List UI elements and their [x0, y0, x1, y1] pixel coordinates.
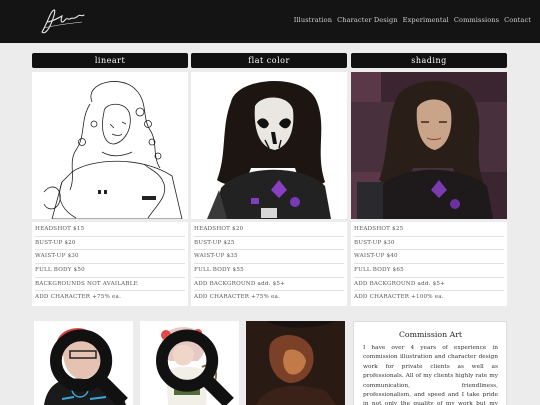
price-bust-up: BUST-UP $30	[354, 237, 504, 251]
price-bust-up: BUST-UP $25	[194, 237, 344, 251]
price-list: HEADSHOT $20 BUST-UP $25 WAIST-UP $35 FU…	[191, 222, 347, 307]
price-background: ADD BACKGROUND add. $5+	[354, 278, 504, 292]
price-list: HEADSHOT $25 BUST-UP $30 WAIST-UP $40 FU…	[351, 222, 507, 307]
main-nav: Illustration Character Design Experiment…	[294, 16, 531, 24]
flat-color-sample-image[interactable]	[191, 72, 347, 219]
gallery-thumb-1[interactable]	[34, 321, 133, 405]
pricing-column-flat-color: flat color HEADSHOT $20 BUST-UP $25 WAIS…	[191, 53, 347, 307]
about-title: Commission Art	[398, 330, 463, 339]
price-headshot: HEADSHOT $20	[194, 223, 344, 237]
signature-logo[interactable]	[34, 4, 88, 38]
price-full-body: FULL BODY $50	[35, 264, 185, 278]
gallery-thumb-2[interactable]	[140, 321, 239, 405]
price-list: HEADSHOT $15 BUST-UP $20 WAIST-UP $30 FU…	[32, 222, 188, 307]
column-title: shading	[351, 53, 507, 68]
gallery-thumb-3[interactable]	[246, 321, 345, 405]
top-nav-bar: Illustration Character Design Experiment…	[0, 0, 540, 43]
price-add-character: ADD CHARACTER +75% ea.	[194, 294, 281, 301]
price-headshot: HEADSHOT $25	[354, 223, 504, 237]
nav-commissions[interactable]: Commissions	[454, 16, 499, 24]
price-background: BACKGROUNDS NOT AVAILABLE	[35, 278, 185, 292]
price-add-character: ADD CHARACTER +100% ea.	[354, 294, 444, 301]
price-waist-up: WAIST-UP $30	[35, 250, 185, 265]
price-bust-up: BUST-UP $20	[35, 237, 185, 251]
price-waist-up: WAIST-UP $40	[354, 250, 504, 265]
price-full-body: FULL BODY $55	[194, 264, 344, 278]
nav-contact[interactable]: Contact	[504, 16, 531, 24]
lineart-sample-image[interactable]	[32, 72, 188, 219]
nav-illustration[interactable]: Illustration	[294, 16, 332, 24]
shading-sample-image[interactable]	[351, 72, 507, 219]
column-title: lineart	[32, 53, 188, 68]
price-headshot: HEADSHOT $15	[35, 223, 185, 237]
nav-experimental[interactable]: Experimental	[403, 16, 449, 24]
about-body: I have over 4 years of experience in com…	[363, 345, 498, 405]
zoom-icon[interactable]	[40, 327, 133, 405]
pricing-column-lineart: lineart HEADSHOT $15 BUST-UP $20 WAIST-U…	[32, 53, 188, 307]
zoom-icon[interactable]	[146, 327, 239, 405]
price-background: ADD BACKGROUND add. $5+	[194, 278, 344, 292]
price-add-character: ADD CHARACTER +75% ea.	[35, 294, 122, 301]
nav-character-design[interactable]: Character Design	[337, 16, 398, 24]
pricing-column-shading: shading HEADSHOT $25 BUST-UP $30 WAIST-U…	[351, 53, 507, 307]
column-title: flat color	[191, 53, 347, 68]
price-waist-up: WAIST-UP $35	[194, 250, 344, 265]
commission-info-panel: Commission Art I have over 4 years of ex…	[353, 321, 507, 405]
price-full-body: FULL BODY $65	[354, 264, 504, 278]
